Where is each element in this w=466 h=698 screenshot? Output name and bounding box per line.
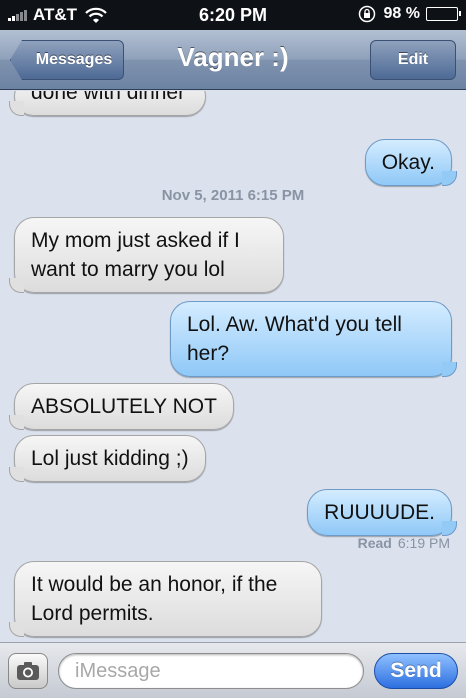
outgoing-message-bubble[interactable]: RUUUUDE. xyxy=(307,489,457,536)
outgoing-message-bubble[interactable]: Lol. Aw. What'd you tell her? xyxy=(170,301,457,377)
navigation-bar: Messages Vagner :) Edit xyxy=(0,30,466,90)
read-receipt: Read 6:19 PM xyxy=(358,535,450,551)
message-text: It would be an honor, if the Lord permit… xyxy=(31,573,278,625)
incoming-message-bubble[interactable]: done with dinner xyxy=(9,91,206,116)
incoming-message-bubble[interactable]: Lol just kidding ;) xyxy=(9,435,206,482)
conversation-timestamp: Nov 5, 2011 6:15 PM xyxy=(161,187,305,204)
conversation-thread[interactable]: done with dinner Okay. Nov 5, 2011 6:15 … xyxy=(0,91,466,642)
read-label: Read xyxy=(357,535,392,551)
message-text: Lol just kidding ;) xyxy=(31,447,189,470)
battery-icon xyxy=(426,7,461,21)
camera-icon xyxy=(17,662,39,680)
message-text: Okay. xyxy=(381,151,435,174)
message-text: Lol. Aw. What'd you tell her? xyxy=(187,313,402,365)
message-text: My mom just asked if I want to marry you… xyxy=(31,229,240,281)
message-text: ABSOLUTELY NOT xyxy=(31,395,217,418)
imessage-input[interactable] xyxy=(58,653,364,689)
back-to-messages-button[interactable]: Messages xyxy=(10,40,124,80)
status-bar: AT&T 6:20 PM 98 % xyxy=(0,0,466,30)
message-text: done with dinner xyxy=(31,91,186,104)
send-button[interactable]: Send xyxy=(374,653,458,689)
conversation-title: Vagner :) xyxy=(177,42,289,72)
edit-button[interactable]: Edit xyxy=(370,40,456,80)
outgoing-message-bubble[interactable]: Okay. xyxy=(364,139,458,186)
rotation-lock-icon xyxy=(358,5,375,23)
incoming-message-bubble[interactable]: It would be an honor, if the Lord permit… xyxy=(9,561,322,637)
camera-button[interactable] xyxy=(8,653,48,689)
read-time: 6:19 PM xyxy=(397,535,450,551)
status-right: 98 % xyxy=(358,5,461,23)
message-input-bar: Send xyxy=(0,642,466,698)
message-text: RUUUUDE. xyxy=(324,501,435,524)
incoming-message-bubble[interactable]: My mom just asked if I want to marry you… xyxy=(9,217,284,293)
battery-percent: 98 % xyxy=(383,5,420,22)
incoming-message-bubble[interactable]: ABSOLUTELY NOT xyxy=(9,383,234,430)
